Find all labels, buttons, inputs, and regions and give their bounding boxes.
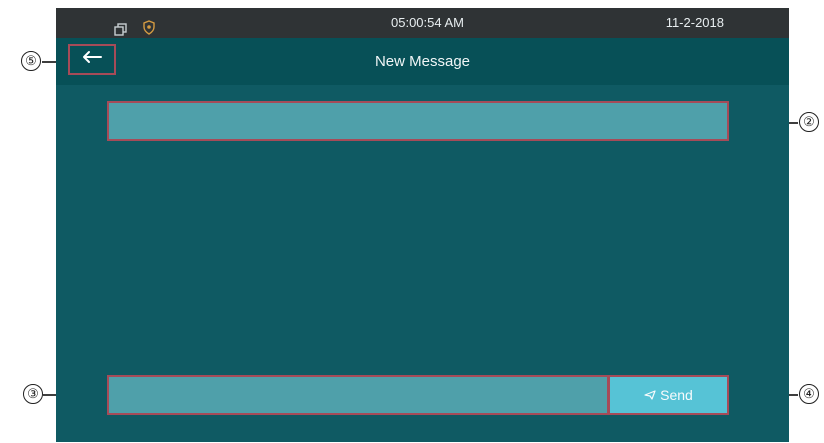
status-time: 05:00:54 AM	[391, 15, 464, 30]
shield-icon	[142, 16, 156, 35]
status-bar: 05:00:54 AM 11-2-2018	[56, 8, 789, 38]
message-input[interactable]	[107, 375, 609, 415]
annotated-screenshot: ⑤ ② ③ ④ 05:00:54 AM 11-2-2018 New Messag…	[0, 0, 824, 443]
callout-5: ⑤	[21, 51, 41, 71]
recipient-field[interactable]	[107, 101, 729, 141]
title-bar: New Message	[56, 38, 789, 85]
send-label: Send	[660, 387, 693, 403]
callout-3: ③	[23, 384, 43, 404]
device-screen: 05:00:54 AM 11-2-2018 New Message Send	[56, 8, 789, 442]
send-button[interactable]: Send	[608, 375, 729, 415]
status-date: 11-2-2018	[665, 15, 724, 30]
callout-2: ②	[799, 112, 819, 132]
window-icon	[114, 17, 127, 36]
callout-4: ④	[799, 384, 819, 404]
page-title: New Message	[374, 53, 471, 70]
send-icon	[644, 390, 656, 400]
